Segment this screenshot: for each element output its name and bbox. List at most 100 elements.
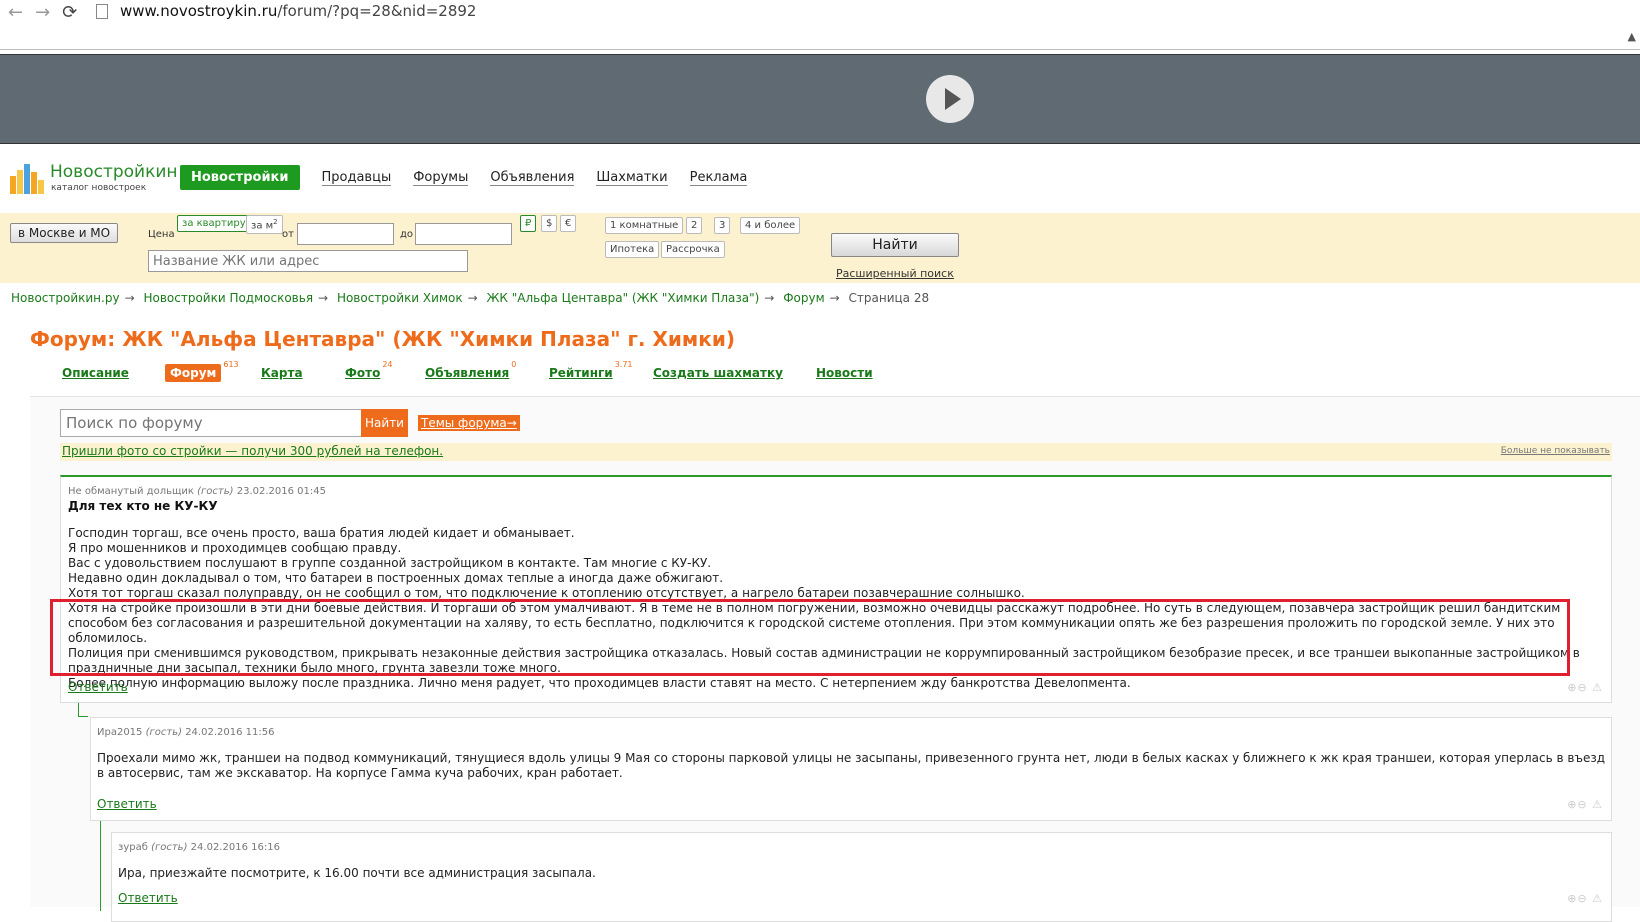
post-tools: ⊕⊖ ⚠ <box>1567 798 1603 811</box>
report-icon[interactable]: ⚠ <box>1592 798 1603 811</box>
price-label: Цена <box>148 229 175 240</box>
tab-ads[interactable]: Объявления0 <box>425 360 516 380</box>
minus-icon[interactable]: ⊖ <box>1577 892 1587 905</box>
rooms-3[interactable]: 3 <box>714 217 731 234</box>
forum-search-input[interactable] <box>60 409 362 437</box>
price-from-input[interactable] <box>297 223 394 245</box>
post-meta: зураб (гость) 24.02.2016 16:16 <box>118 842 1605 853</box>
price-to-label: до <box>400 229 414 240</box>
forum-area: Найти Темы форума→ Пришли фото со стройк… <box>30 396 1640 922</box>
post-line: Проехали мимо жк, траншеи на подвод комм… <box>97 751 1606 780</box>
price-per-flat-toggle[interactable]: за квартиру <box>177 215 251 232</box>
reply-link[interactable]: Ответить <box>118 891 178 905</box>
tab-create-chess[interactable]: Создать шахматку <box>653 366 783 380</box>
plus-icon[interactable]: ⊕ <box>1567 798 1577 811</box>
tab-label: Объявления <box>425 366 510 380</box>
forum-themes-link[interactable]: Темы форума→ <box>418 415 520 431</box>
video-banner[interactable] <box>0 54 1640 144</box>
plus-icon[interactable]: ⊕ <box>1567 681 1577 694</box>
post-body: Проехали мимо жк, траншеи на подвод комм… <box>97 751 1605 781</box>
post-author: зураб <box>118 842 148 853</box>
tab-count: 613 <box>223 360 239 369</box>
nav-new-buildings[interactable]: Новостройки <box>180 165 300 190</box>
forum-post: Ира2015 (гость) 24.02.2016 11:56 Проехал… <box>90 717 1612 821</box>
breadcrumb-city[interactable]: Новостройки Химок <box>337 291 463 305</box>
breadcrumb: Новостройкин.ру → Новостройки Подмосковья… <box>11 291 930 305</box>
nav-sellers[interactable]: Продавцы <box>321 170 392 186</box>
breadcrumb-current: Страница 28 <box>848 291 930 305</box>
post-line: Более полную информацию выложу после пра… <box>68 676 1131 690</box>
nav-chess[interactable]: Шахматки <box>596 170 668 186</box>
price-per-m2-toggle[interactable]: за м2 <box>246 215 283 235</box>
tab-ratings[interactable]: Рейтинги3.71 <box>549 360 633 380</box>
currency-usd[interactable]: $ <box>541 215 558 232</box>
forum-search-button[interactable]: Найти <box>361 409 408 437</box>
price-to-input[interactable] <box>415 223 512 245</box>
post-role: (гость) <box>145 727 182 738</box>
installment-toggle[interactable]: Рассрочка <box>661 241 725 258</box>
mortgage-toggle[interactable]: Ипотека <box>605 241 660 258</box>
breadcrumb-complex[interactable]: ЖК "Альфа Центавра" (ЖК "Химки Плаза") <box>486 291 759 305</box>
report-icon[interactable]: ⚠ <box>1592 681 1603 694</box>
breadcrumb-region[interactable]: Новостройки Подмосковья <box>143 291 313 305</box>
search-button[interactable]: Найти <box>831 233 959 257</box>
tab-map[interactable]: Карта <box>261 366 303 380</box>
play-icon[interactable] <box>926 75 974 123</box>
page-title: Форум: ЖК "Альфа Центавра" (ЖК "Химки Пл… <box>30 327 735 351</box>
reply-link[interactable]: Ответить <box>97 797 157 811</box>
browser-toolbar: ← → ⟳ www.novostroykin.ru/forum/?pq=28&n… <box>0 0 1640 50</box>
breadcrumb-forum[interactable]: Форум <box>783 291 824 305</box>
advanced-search-link[interactable]: Расширенный поиск <box>836 267 954 280</box>
rooms-1[interactable]: 1 комнатные <box>605 217 684 234</box>
thread-connector <box>78 703 88 717</box>
tab-count: 3.71 <box>614 360 633 369</box>
back-icon[interactable]: ← <box>8 2 23 23</box>
post-date: 24.02.2016 11:56 <box>185 727 275 738</box>
promo-dismiss-link[interactable]: Больше не показывать <box>1501 446 1610 456</box>
post-line: Недавно один докладывал о том, что батар… <box>68 571 724 585</box>
nav-advertising[interactable]: Реклама <box>689 170 748 186</box>
promo-banner: Пришли фото со стройки — получи 300 рубл… <box>60 443 1612 461</box>
nav-ads[interactable]: Объявления <box>490 170 575 186</box>
tab-description[interactable]: Описание <box>62 366 129 380</box>
minus-icon[interactable]: ⊖ <box>1577 798 1587 811</box>
post-role: (гость) <box>197 486 234 497</box>
address-bar[interactable]: www.novostroykin.ru/forum/?pq=28&nid=289… <box>120 2 476 20</box>
post-author: Не обманутый дольщик <box>68 486 194 497</box>
forward-icon[interactable]: → <box>35 2 50 23</box>
name-address-input[interactable] <box>148 250 468 272</box>
currency-rub[interactable]: ₽ <box>520 215 537 232</box>
logo-icon[interactable] <box>10 162 44 194</box>
main-nav: Новостройки Продавцы Форумы Объявления Ш… <box>180 165 748 190</box>
reply-link[interactable]: Ответить <box>68 680 128 694</box>
page-icon <box>96 4 108 19</box>
logo-title[interactable]: Новостройкин <box>50 162 178 182</box>
tab-label: Описание <box>62 366 129 380</box>
tab-label: Карта <box>261 366 303 380</box>
nav-forums[interactable]: Форумы <box>413 170 469 186</box>
minus-icon[interactable]: ⊖ <box>1577 681 1587 694</box>
scroll-arrow-icon[interactable]: ▲ <box>1628 30 1636 43</box>
logo-subtitle: каталог новостроек <box>51 183 147 193</box>
report-icon[interactable]: ⚠ <box>1592 892 1603 905</box>
region-button[interactable]: в Москве и МО <box>10 223 119 243</box>
tab-news[interactable]: Новости <box>816 366 873 380</box>
tab-forum[interactable]: Форум613 <box>165 360 239 382</box>
promo-link[interactable]: Пришли фото со стройки — получи 300 рубл… <box>62 444 443 458</box>
price-from-label: от <box>282 229 294 240</box>
tab-count: 24 <box>382 360 393 369</box>
reload-icon[interactable]: ⟳ <box>62 2 77 23</box>
thread-connector <box>100 821 110 911</box>
rooms-2[interactable]: 2 <box>686 217 703 234</box>
search-panel: в Москве и МО Цена за квартиру за м2 от … <box>0 213 1640 283</box>
post-meta: Не обманутый дольщик (гость) 23.02.2016 … <box>68 486 1604 497</box>
post-date: 23.02.2016 01:45 <box>236 486 326 497</box>
plus-icon[interactable]: ⊕ <box>1567 892 1577 905</box>
breadcrumb-home[interactable]: Новостройкин.ру <box>11 291 120 305</box>
tab-photo[interactable]: Фото24 <box>345 360 393 380</box>
post-body: Господин торгаш, все очень просто, ваша … <box>68 526 1604 691</box>
post-line: Ира, приезжайте посмотрите, к 16.00 почт… <box>118 866 596 880</box>
currency-eur[interactable]: € <box>560 215 577 232</box>
post-body: Ира, приезжайте посмотрите, к 16.00 почт… <box>118 866 1605 881</box>
rooms-4-plus[interactable]: 4 и более <box>740 217 801 234</box>
